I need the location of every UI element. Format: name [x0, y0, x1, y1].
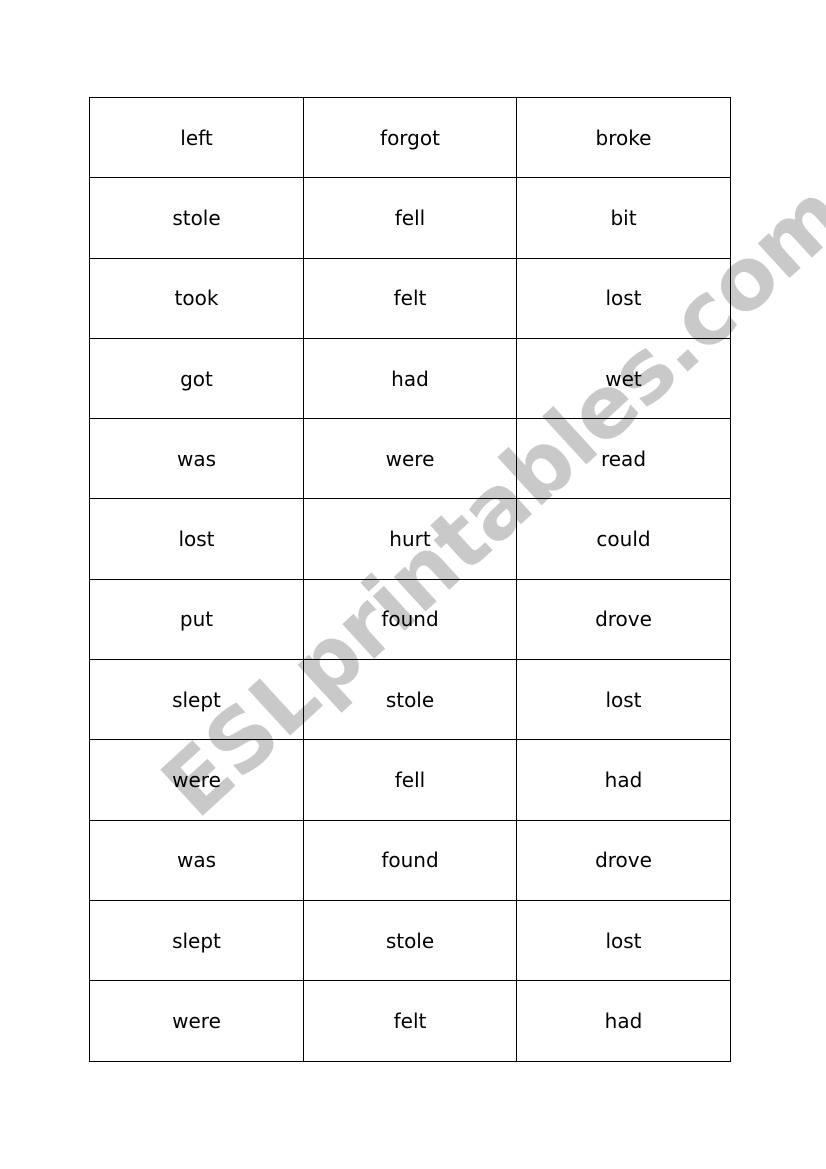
verb-card[interactable]: found [303, 819, 517, 901]
verb-card[interactable]: had [516, 980, 731, 1062]
verb-card[interactable]: were [89, 739, 304, 821]
verb-card-label: lost [605, 928, 642, 953]
verb-card[interactable]: forgot [303, 96, 517, 179]
verb-card[interactable]: got [89, 337, 304, 420]
verb-card[interactable]: slept [89, 899, 304, 982]
worksheet-page: ESLprintables.com left forgot broke stol… [0, 0, 826, 1169]
verb-card[interactable]: was [89, 418, 304, 500]
verb-card[interactable]: fell [303, 739, 517, 821]
verb-card[interactable]: was [89, 819, 304, 901]
verb-card[interactable]: bit [516, 177, 731, 259]
verb-card-label: lost [178, 527, 215, 552]
verb-card[interactable]: broke [516, 96, 731, 179]
verb-card[interactable]: stole [303, 659, 517, 741]
verb-card[interactable]: put [89, 578, 304, 661]
verb-card[interactable]: fell [303, 177, 517, 259]
verb-card[interactable]: lost [89, 498, 304, 580]
verb-card[interactable]: hurt [303, 498, 517, 580]
verb-card-label: lost [605, 687, 642, 712]
verb-card-label: had [391, 366, 429, 391]
verb-card-label: were [172, 768, 221, 793]
verb-card[interactable]: wet [516, 337, 731, 420]
verb-card-label: was [176, 848, 217, 873]
verb-card-label: slept [172, 687, 221, 712]
verb-card[interactable]: read [516, 418, 731, 500]
table-row: slept stole lost [89, 659, 731, 741]
verb-card-label: took [174, 286, 219, 311]
verb-card[interactable]: lost [516, 257, 731, 339]
verb-card-label: left [180, 125, 213, 150]
verb-card-label: had [604, 768, 643, 793]
table-row: left forgot broke [89, 96, 731, 179]
verb-card-label: found [381, 607, 439, 632]
verb-card-label: drove [595, 607, 652, 632]
verb-card-label: felt [393, 1008, 427, 1033]
verb-card-label: got [180, 366, 213, 391]
verb-card[interactable]: stole [303, 899, 517, 982]
table-row: stole fell bit [89, 177, 731, 259]
verb-card-label: hurt [389, 527, 431, 552]
verb-card[interactable]: were [89, 980, 304, 1062]
table-row: was were read [89, 418, 731, 500]
table-row: took felt lost [89, 257, 731, 339]
verb-card[interactable]: felt [303, 980, 517, 1062]
verb-card[interactable]: slept [89, 659, 304, 741]
verb-card-label: fell [394, 768, 426, 793]
verb-card-label: stole [385, 687, 435, 712]
verb-card[interactable]: drove [516, 819, 731, 901]
verb-card-label: was [176, 446, 217, 471]
verb-card-label: forgot [380, 125, 440, 150]
verb-card[interactable]: left [89, 96, 304, 179]
verb-card-label: had [604, 1008, 643, 1033]
verb-card[interactable]: lost [516, 659, 731, 741]
verb-cards-table: left forgot broke stole fell bit took fe… [89, 96, 731, 1062]
verb-card-label: stole [385, 928, 435, 953]
table-row: were felt had [89, 980, 731, 1062]
verb-card-label: wet [605, 366, 642, 391]
table-row: was found drove [89, 819, 731, 901]
verb-card[interactable]: found [303, 578, 517, 661]
table-row: were fell had [89, 739, 731, 821]
verb-card-label: slept [172, 928, 221, 953]
verb-card[interactable]: drove [516, 578, 731, 661]
table-row: put found drove [89, 578, 731, 661]
verb-card-label: found [381, 848, 439, 873]
verb-card[interactable]: had [303, 337, 517, 420]
verb-card-label: stole [172, 205, 221, 230]
verb-card-label: fell [394, 205, 426, 230]
verb-card[interactable]: stole [89, 177, 304, 259]
table-row: lost hurt could [89, 498, 731, 580]
verb-card-label: could [596, 527, 651, 552]
verb-card-label: were [385, 446, 435, 471]
verb-card[interactable]: lost [516, 899, 731, 982]
verb-card[interactable]: could [516, 498, 731, 580]
table-row: slept stole lost [89, 899, 731, 982]
verb-card-label: broke [595, 125, 652, 150]
verb-card-label: drove [595, 848, 652, 873]
verb-card-label: were [172, 1008, 221, 1033]
verb-card-label: read [600, 446, 647, 471]
verb-card-label: lost [605, 286, 642, 311]
verb-card-label: bit [610, 205, 637, 230]
verb-card-label: put [179, 607, 214, 632]
verb-card[interactable]: felt [303, 257, 517, 339]
table-row: got had wet [89, 337, 731, 420]
verb-card[interactable]: had [516, 739, 731, 821]
verb-card-label: felt [393, 286, 427, 311]
verb-card[interactable]: were [303, 418, 517, 500]
verb-card[interactable]: took [89, 257, 304, 339]
